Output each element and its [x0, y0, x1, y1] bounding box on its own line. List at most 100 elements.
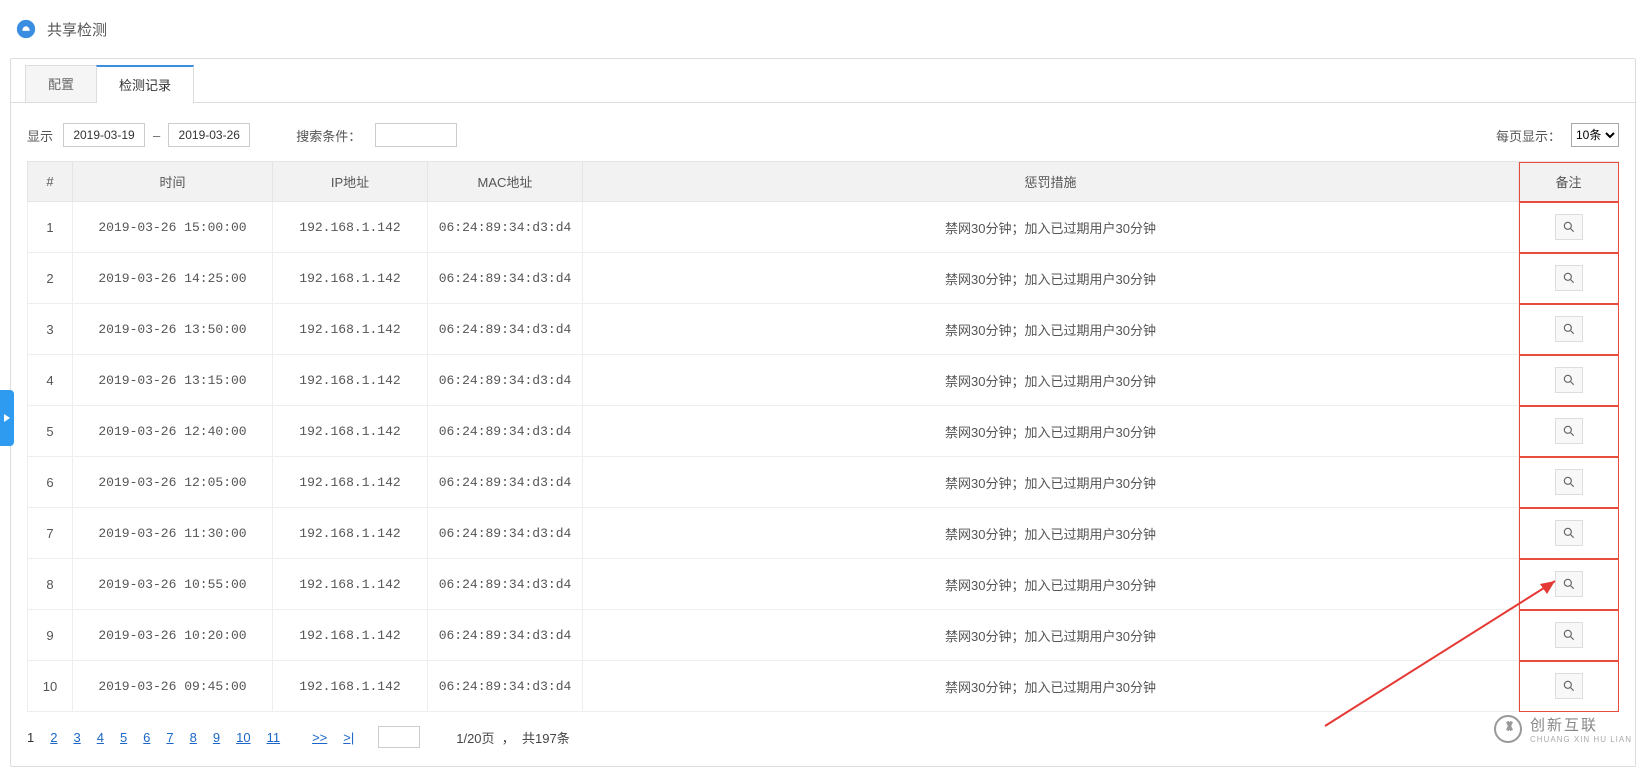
cell-mac: 06:24:89:34:d3:d4	[428, 202, 583, 253]
detail-button[interactable]	[1555, 469, 1583, 495]
table-row: 52019-03-26 12:40:00192.168.1.14206:24:8…	[28, 406, 1619, 457]
cell-time: 2019-03-26 12:40:00	[73, 406, 273, 457]
pagination: 1 2 3 4 5 6 7 8 9 10 11 >> >| 1/20页 ， 共197条	[11, 712, 1635, 766]
cell-note	[1519, 610, 1619, 661]
page-link[interactable]: 9	[213, 730, 220, 745]
cell-idx: 2	[28, 253, 73, 304]
cell-ip: 192.168.1.142	[273, 508, 428, 559]
page-last[interactable]: >|	[343, 730, 354, 745]
page-next[interactable]: >>	[312, 730, 327, 745]
page-link[interactable]: 4	[97, 730, 104, 745]
detail-button[interactable]	[1555, 571, 1583, 597]
per-page-label: 每页显示：	[1496, 126, 1561, 145]
page-link[interactable]: 11	[267, 730, 281, 745]
tab-records[interactable]: 检测记录	[96, 65, 194, 102]
table-row: 62019-03-26 12:05:00192.168.1.14206:24:8…	[28, 457, 1619, 508]
cell-time: 2019-03-26 09:45:00	[73, 661, 273, 712]
page-link[interactable]: 10	[236, 730, 250, 745]
detail-button[interactable]	[1555, 367, 1583, 393]
cell-note	[1519, 202, 1619, 253]
cell-ip: 192.168.1.142	[273, 304, 428, 355]
page-link[interactable]: 3	[73, 730, 80, 745]
date-to-input[interactable]	[168, 123, 250, 147]
cell-mac: 06:24:89:34:d3:d4	[428, 355, 583, 406]
per-page-select[interactable]: 10条	[1571, 123, 1619, 147]
page-link[interactable]: 8	[190, 730, 197, 745]
table-row: 42019-03-26 13:15:00192.168.1.14206:24:8…	[28, 355, 1619, 406]
cell-mac: 06:24:89:34:d3:d4	[428, 304, 583, 355]
cell-ip: 192.168.1.142	[273, 406, 428, 457]
cell-note	[1519, 508, 1619, 559]
tabs: 配置 检测记录	[11, 59, 1635, 103]
cell-time: 2019-03-26 11:30:00	[73, 508, 273, 559]
watermark-text: 创新互联	[1530, 717, 1598, 734]
table-row: 12019-03-26 15:00:00192.168.1.14206:24:8…	[28, 202, 1619, 253]
detail-button[interactable]	[1555, 673, 1583, 699]
table-row: 92019-03-26 10:20:00192.168.1.14206:24:8…	[28, 610, 1619, 661]
filter-bar: 显示 – 搜索条件： 每页显示： 10条	[11, 103, 1635, 161]
cell-mac: 06:24:89:34:d3:d4	[428, 661, 583, 712]
cell-idx: 3	[28, 304, 73, 355]
cell-ip: 192.168.1.142	[273, 457, 428, 508]
date-separator: –	[153, 128, 160, 143]
cell-idx: 9	[28, 610, 73, 661]
cell-idx: 1	[28, 202, 73, 253]
cell-penalty: 禁网30分钟；加入已过期用户30分钟	[583, 610, 1519, 661]
cell-time: 2019-03-26 10:55:00	[73, 559, 273, 610]
cell-idx: 7	[28, 508, 73, 559]
side-expand-tab[interactable]	[0, 390, 14, 446]
cell-mac: 06:24:89:34:d3:d4	[428, 508, 583, 559]
display-label: 显示	[27, 126, 53, 145]
table-row: 32019-03-26 13:50:00192.168.1.14206:24:8…	[28, 304, 1619, 355]
page-input[interactable]	[378, 726, 420, 748]
cell-ip: 192.168.1.142	[273, 202, 428, 253]
cell-mac: 06:24:89:34:d3:d4	[428, 253, 583, 304]
cell-time: 2019-03-26 14:25:00	[73, 253, 273, 304]
cell-penalty: 禁网30分钟；加入已过期用户30分钟	[583, 559, 1519, 610]
col-mac: MAC地址	[428, 162, 583, 202]
date-from-input[interactable]	[63, 123, 145, 147]
cell-mac: 06:24:89:34:d3:d4	[428, 406, 583, 457]
page-summary: 1/20页 ， 共197条	[456, 728, 570, 747]
page-title: 共享检测	[47, 19, 107, 40]
table-row: 72019-03-26 11:30:00192.168.1.14206:24:8…	[28, 508, 1619, 559]
page-link[interactable]: 2	[50, 730, 57, 745]
cell-time: 2019-03-26 12:05:00	[73, 457, 273, 508]
cell-penalty: 禁网30分钟；加入已过期用户30分钟	[583, 661, 1519, 712]
cell-penalty: 禁网30分钟；加入已过期用户30分钟	[583, 508, 1519, 559]
cell-note	[1519, 559, 1619, 610]
cell-ip: 192.168.1.142	[273, 559, 428, 610]
cell-time: 2019-03-26 13:15:00	[73, 355, 273, 406]
cell-idx: 8	[28, 559, 73, 610]
cell-penalty: 禁网30分钟；加入已过期用户30分钟	[583, 406, 1519, 457]
cell-note	[1519, 355, 1619, 406]
detail-button[interactable]	[1555, 214, 1583, 240]
cell-note	[1519, 661, 1619, 712]
cell-idx: 10	[28, 661, 73, 712]
detail-button[interactable]	[1555, 520, 1583, 546]
page-link[interactable]: 7	[166, 730, 173, 745]
cell-note	[1519, 304, 1619, 355]
page-link[interactable]: 6	[143, 730, 150, 745]
cell-note	[1519, 406, 1619, 457]
col-penalty: 惩罚措施	[583, 162, 1519, 202]
tab-config[interactable]: 配置	[25, 65, 97, 102]
detail-button[interactable]	[1555, 418, 1583, 444]
cell-ip: 192.168.1.142	[273, 355, 428, 406]
cell-penalty: 禁网30分钟；加入已过期用户30分钟	[583, 304, 1519, 355]
col-time: 时间	[73, 162, 273, 202]
main-panel: 配置 检测记录 显示 – 搜索条件： 每页显示： 10条	[10, 58, 1636, 767]
cell-penalty: 禁网30分钟；加入已过期用户30分钟	[583, 202, 1519, 253]
watermark: 创新互联 CHUANG XIN HU LIAN	[1494, 714, 1632, 744]
cell-time: 2019-03-26 13:50:00	[73, 304, 273, 355]
page-link[interactable]: 5	[120, 730, 127, 745]
search-input[interactable]	[375, 123, 457, 147]
cell-penalty: 禁网30分钟；加入已过期用户30分钟	[583, 253, 1519, 304]
detail-button[interactable]	[1555, 265, 1583, 291]
cell-penalty: 禁网30分钟；加入已过期用户30分钟	[583, 355, 1519, 406]
cell-note	[1519, 253, 1619, 304]
detail-button[interactable]	[1555, 622, 1583, 648]
page-current: 1	[27, 730, 34, 745]
detail-button[interactable]	[1555, 316, 1583, 342]
table-header-row: # 时间 IP地址 MAC地址 惩罚措施 备注	[28, 162, 1619, 202]
